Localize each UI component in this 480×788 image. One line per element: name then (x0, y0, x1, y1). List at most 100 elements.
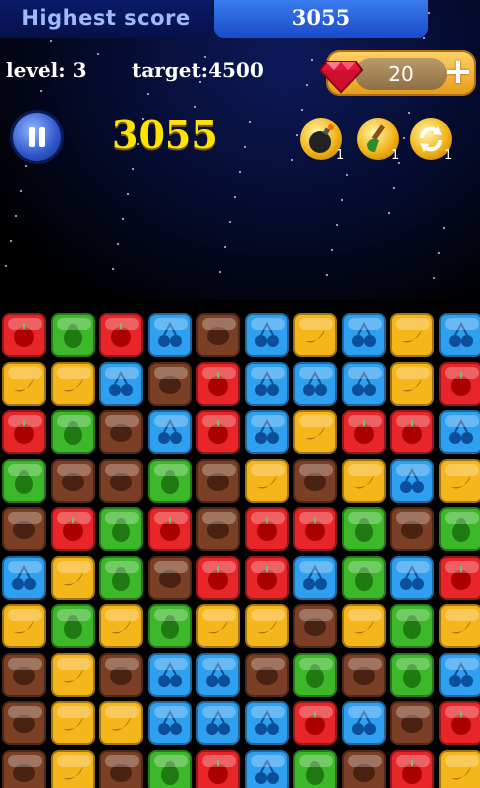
fruit-tile-apple[interactable] (99, 313, 143, 357)
fruit-tile-pear[interactable] (390, 604, 434, 648)
fruit-tile-cherry[interactable] (293, 361, 337, 406)
fruit-tile-apple[interactable] (244, 555, 289, 600)
fruit-tile-banana[interactable] (341, 604, 386, 648)
fruit-tile-cherry[interactable] (244, 749, 289, 788)
fruit-tile-banana[interactable] (244, 604, 289, 648)
fruit-tile-pear[interactable] (50, 410, 95, 454)
fruit-tile-pear[interactable] (293, 652, 337, 697)
fruit-tile-banana[interactable] (438, 458, 480, 503)
fruit-tile-pear[interactable] (293, 749, 337, 788)
fruit-tile-coconut[interactable] (2, 749, 46, 788)
fruit-tile-cherry[interactable] (99, 361, 143, 406)
fruit-tile-apple[interactable] (438, 555, 480, 600)
fruit-tile-cherry[interactable] (244, 410, 289, 454)
fruit-tile-cherry[interactable] (244, 361, 289, 406)
fruit-tile-banana[interactable] (293, 313, 337, 357)
fruit-tile-banana[interactable] (2, 604, 46, 648)
fruit-tile-apple[interactable] (2, 410, 46, 454)
fruit-tile-coconut[interactable] (147, 361, 192, 406)
fruit-tile-pear[interactable] (390, 652, 434, 697)
fruit-tile-cherry[interactable] (341, 361, 386, 406)
fruit-tile-pear[interactable] (341, 507, 386, 551)
fruit-tile-pear[interactable] (341, 555, 386, 600)
fruit-tile-cherry[interactable] (147, 701, 192, 745)
fruit-tile-apple[interactable] (390, 410, 434, 454)
fruit-tile-pear[interactable] (50, 604, 95, 648)
fruit-tile-banana[interactable] (341, 458, 386, 503)
fruit-tile-cherry[interactable] (147, 652, 192, 697)
fruit-tile-cherry[interactable] (341, 313, 386, 357)
fruit-tile-apple[interactable] (293, 507, 337, 551)
add-gems-button[interactable]: + (441, 54, 475, 90)
fruit-tile-apple[interactable] (341, 410, 386, 454)
fruit-tile-banana[interactable] (50, 555, 95, 600)
fruit-tile-banana[interactable] (2, 361, 46, 406)
fruit-tile-cherry[interactable] (196, 701, 240, 745)
fruit-tile-coconut[interactable] (293, 604, 337, 648)
fruit-tile-banana[interactable] (438, 749, 480, 788)
fruit-tile-coconut[interactable] (196, 458, 240, 503)
fruit-tile-coconut[interactable] (50, 458, 95, 503)
fruit-tile-coconut[interactable] (2, 652, 46, 697)
fruit-tile-coconut[interactable] (244, 652, 289, 697)
fruit-tile-coconut[interactable] (2, 701, 46, 745)
fruit-tile-coconut[interactable] (390, 507, 434, 551)
fruit-tile-pear[interactable] (99, 507, 143, 551)
fruit-tile-cherry[interactable] (244, 313, 289, 357)
fruit-tile-cherry[interactable] (390, 458, 434, 503)
fruit-tile-apple[interactable] (244, 507, 289, 551)
fruit-tile-cherry[interactable] (2, 555, 46, 600)
fruit-tile-coconut[interactable] (99, 458, 143, 503)
fruit-tile-apple[interactable] (2, 313, 46, 357)
fruit-tile-banana[interactable] (390, 361, 434, 406)
fruit-tile-apple[interactable] (196, 749, 240, 788)
fruit-tile-apple[interactable] (438, 701, 480, 745)
fruit-tile-banana[interactable] (50, 749, 95, 788)
fruit-tile-banana[interactable] (293, 410, 337, 454)
fruit-tile-coconut[interactable] (293, 458, 337, 503)
fruit-tile-coconut[interactable] (341, 749, 386, 788)
fruit-tile-pear[interactable] (2, 458, 46, 503)
fruit-tile-pear[interactable] (50, 313, 95, 357)
fruit-tile-banana[interactable] (99, 701, 143, 745)
fruit-tile-coconut[interactable] (341, 652, 386, 697)
fruit-tile-cherry[interactable] (147, 313, 192, 357)
fruit-tile-banana[interactable] (390, 313, 434, 357)
fruit-tile-cherry[interactable] (341, 701, 386, 745)
fruit-tile-apple[interactable] (196, 361, 240, 406)
fruit-tile-coconut[interactable] (196, 507, 240, 551)
fruit-tile-banana[interactable] (50, 361, 95, 406)
fruit-tile-cherry[interactable] (293, 555, 337, 600)
fruit-tile-apple[interactable] (50, 507, 95, 551)
fruit-tile-cherry[interactable] (390, 555, 434, 600)
fruit-tile-pear[interactable] (147, 458, 192, 503)
fruit-tile-banana[interactable] (99, 604, 143, 648)
fruit-tile-cherry[interactable] (438, 410, 480, 454)
fruit-tile-coconut[interactable] (196, 313, 240, 357)
fruit-tile-cherry[interactable] (438, 652, 480, 697)
fruit-tile-pear[interactable] (147, 604, 192, 648)
fruit-tile-apple[interactable] (147, 507, 192, 551)
fruit-tile-coconut[interactable] (99, 749, 143, 788)
fruit-tile-pear[interactable] (438, 507, 480, 551)
fruit-tile-apple[interactable] (196, 410, 240, 454)
fruit-tile-coconut[interactable] (147, 555, 192, 600)
pause-button[interactable] (13, 113, 61, 161)
fruit-tile-apple[interactable] (196, 555, 240, 600)
fruit-tile-coconut[interactable] (390, 701, 434, 745)
fruit-tile-cherry[interactable] (147, 410, 192, 454)
fruit-tile-cherry[interactable] (196, 652, 240, 697)
fruit-tile-pear[interactable] (99, 555, 143, 600)
fruit-tile-banana[interactable] (196, 604, 240, 648)
fruit-tile-banana[interactable] (244, 458, 289, 503)
fruit-tile-apple[interactable] (293, 701, 337, 745)
fruit-tile-apple[interactable] (390, 749, 434, 788)
fruit-tile-banana[interactable] (50, 652, 95, 697)
fruit-tile-banana[interactable] (50, 701, 95, 745)
fruit-tile-cherry[interactable] (438, 313, 480, 357)
fruit-tile-banana[interactable] (438, 604, 480, 648)
fruit-tile-cherry[interactable] (244, 701, 289, 745)
fruit-tile-apple[interactable] (438, 361, 480, 406)
fruit-tile-coconut[interactable] (99, 652, 143, 697)
fruit-tile-coconut[interactable] (2, 507, 46, 551)
